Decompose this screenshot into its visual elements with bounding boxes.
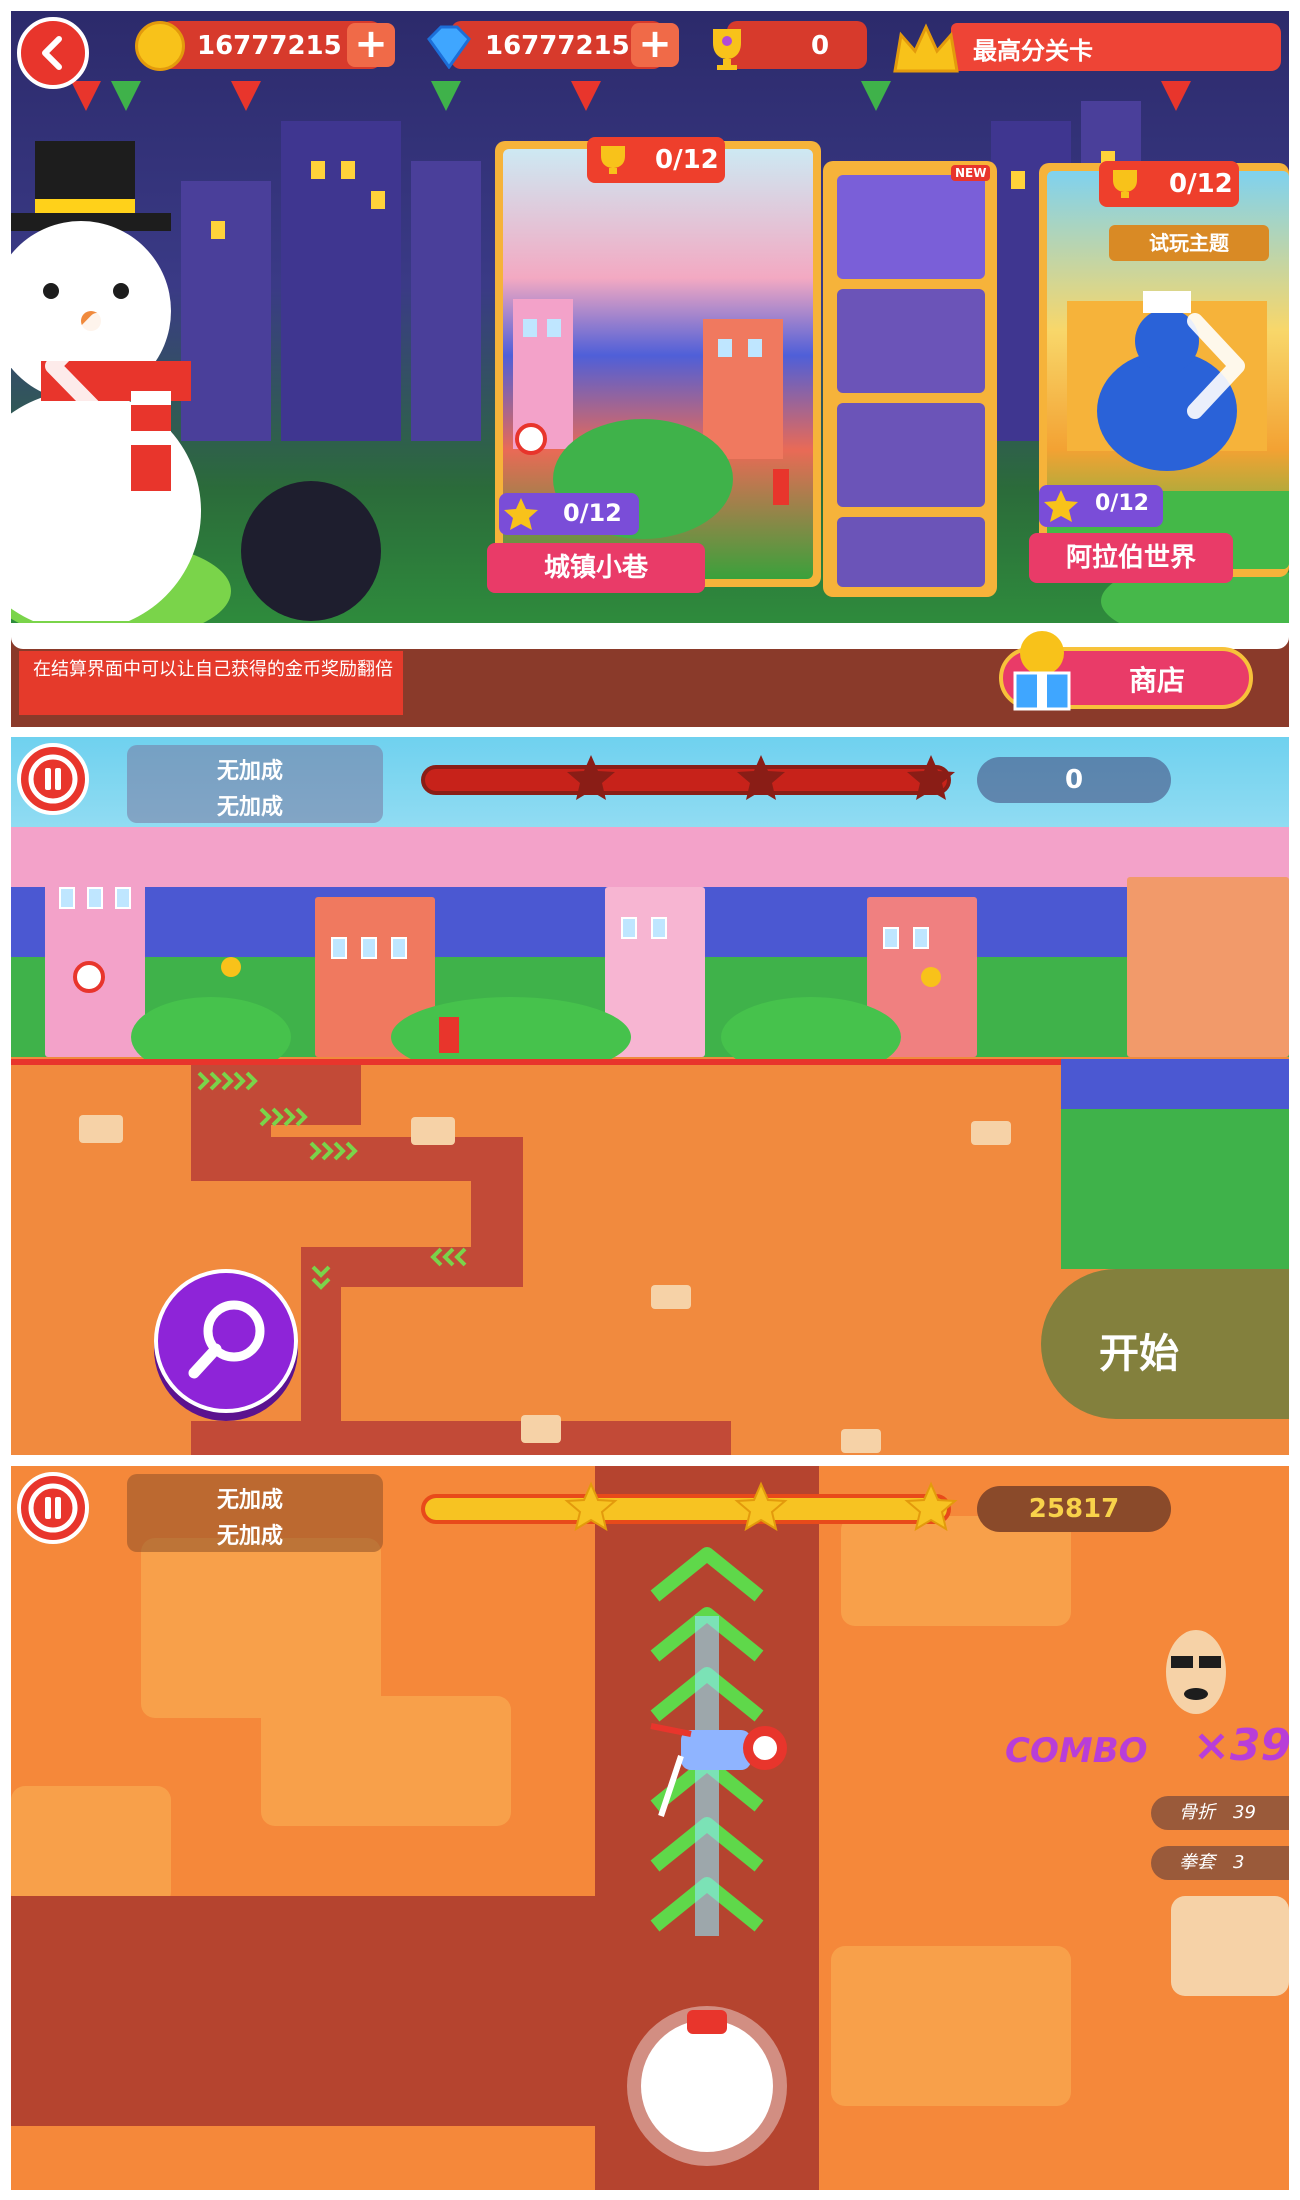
stat-value: 3 [1233, 1852, 1245, 1873]
combo-label: COMBO [1005, 1731, 1148, 1771]
progress-star-1 [564, 1481, 618, 1532]
trophy-progress: 0/12 [1169, 169, 1233, 199]
progress-stars [564, 1481, 958, 1532]
shop-gift-icon [1013, 631, 1071, 711]
side-panel [1171, 1896, 1289, 1996]
score-display: 0 [977, 757, 1171, 803]
star-progress-badge: 0/12 [1039, 485, 1163, 527]
shop-label: 商店 [1129, 664, 1186, 697]
coin-count: 16777215 [197, 31, 342, 61]
stat-label: 拳套 [1179, 1852, 1215, 1873]
theme-card-arabian-world[interactable]: 0/12 试玩主题 0/12 阿拉伯世界 [1029, 161, 1289, 583]
diamond-icon [427, 25, 471, 69]
theme-name-label: 城镇小巷 [487, 543, 705, 593]
level-tile[interactable] [837, 403, 985, 507]
trial-theme-tag: 试玩主题 [1109, 225, 1269, 261]
window [115, 887, 131, 909]
tip-text: 在结算界面中可以让自己获得的金币奖励翻倍 [33, 659, 393, 680]
snow-border [11, 623, 1289, 649]
trophy-icon [713, 29, 741, 70]
bonus-line-2: 无加成 [217, 795, 284, 820]
add-gems-button[interactable]: + [631, 23, 679, 67]
star-progress: 0/12 [1095, 491, 1149, 516]
star-icon [1044, 490, 1078, 522]
wall-block [261, 1696, 511, 1826]
tunnel-horizontal [11, 1896, 611, 2126]
window [87, 887, 103, 909]
progress-star-1 [567, 755, 615, 800]
level-list: NEW [823, 161, 997, 597]
star-progress-badge: 0/12 [499, 493, 639, 535]
foreground-props [73, 957, 941, 1067]
bonus-panel: 无加成 无加成 [127, 745, 383, 823]
currency-bar: 16777215 + 16777215 + 0 最高分关卡 [11, 11, 1289, 89]
bonus-panel: 无加成 无加成 [127, 1474, 383, 1552]
wall-block [831, 1946, 1071, 2106]
pause-button[interactable] [17, 1472, 89, 1544]
theme-name-label: 阿拉伯世界 [1029, 533, 1233, 583]
trophy-icon [601, 146, 625, 174]
window [59, 887, 75, 909]
stat-gloves: 拳套 3 [1151, 1846, 1289, 1880]
magnifier-icon [188, 1300, 265, 1379]
back-button[interactable] [17, 17, 89, 89]
stat-fracture: 骨折 39 [1151, 1796, 1289, 1830]
window [651, 917, 667, 939]
window [621, 917, 637, 939]
level-tile[interactable] [837, 175, 985, 279]
pause-icon [28, 754, 78, 804]
trophy-progress: 0/12 [655, 145, 719, 175]
star-icon [504, 498, 538, 530]
add-coins-button[interactable]: + [347, 23, 395, 67]
trophy-progress-badge: 0/12 [1099, 161, 1239, 207]
progress-stars [567, 755, 955, 800]
start-label: 开始 [1099, 1331, 1179, 1377]
pause-icon [28, 1483, 78, 1533]
score-display: 25817 [977, 1486, 1171, 1532]
angry-face-avatar [1166, 1630, 1226, 1714]
pause-button[interactable] [17, 743, 89, 815]
best-level-label: 最高分关卡 [973, 37, 1093, 65]
stat-value: 39 [1233, 1802, 1256, 1823]
planning-screen: 无加成 无加成 0 开始 [11, 737, 1289, 1455]
level-tile[interactable] [837, 517, 985, 587]
bonus-line-2: 无加成 [217, 1524, 284, 1549]
level-tile[interactable] [837, 289, 985, 393]
wall-block [141, 1538, 381, 1718]
trophy-count: 0 [811, 31, 830, 61]
new-badge: NEW [951, 165, 991, 181]
trophy-icon [1113, 170, 1137, 198]
bonus-line-1: 无加成 [217, 759, 284, 784]
theme-card-town-alley[interactable]: 0/12 0/12 城镇小巷 [487, 137, 821, 593]
combo-value: ×39 [1193, 1720, 1289, 1771]
gem-count: 16777215 [485, 31, 630, 61]
zoom-button[interactable] [154, 1269, 298, 1413]
trophy-progress-badge: 0/12 [587, 137, 725, 183]
chevron-left-icon [42, 36, 62, 70]
progress-star-3 [907, 755, 955, 800]
wall-block [11, 1786, 171, 1906]
progress-star-2 [737, 755, 785, 800]
level-select-screen: 16777215 + 16777215 + 0 最高分关卡 0/12 0/12 … [11, 11, 1289, 727]
stat-label: 骨折 [1179, 1802, 1215, 1823]
coin-icon [135, 21, 185, 71]
next-theme-arrow[interactable] [1181, 311, 1251, 421]
impact-explosion [627, 2006, 787, 2166]
pink-viaduct [11, 827, 1289, 887]
bonus-line-1: 无加成 [217, 1488, 284, 1513]
previous-theme-arrow[interactable] [35, 311, 115, 421]
star-progress: 0/12 [563, 499, 622, 527]
player-character [650, 1723, 787, 1817]
progress-star-3 [904, 1481, 958, 1532]
action-screen: 无加成 无加成 25817 COMBO ×39 骨折 39 拳套 3 [11, 1466, 1289, 2190]
progress-star-2 [734, 1481, 788, 1532]
crown-icon [893, 23, 959, 73]
